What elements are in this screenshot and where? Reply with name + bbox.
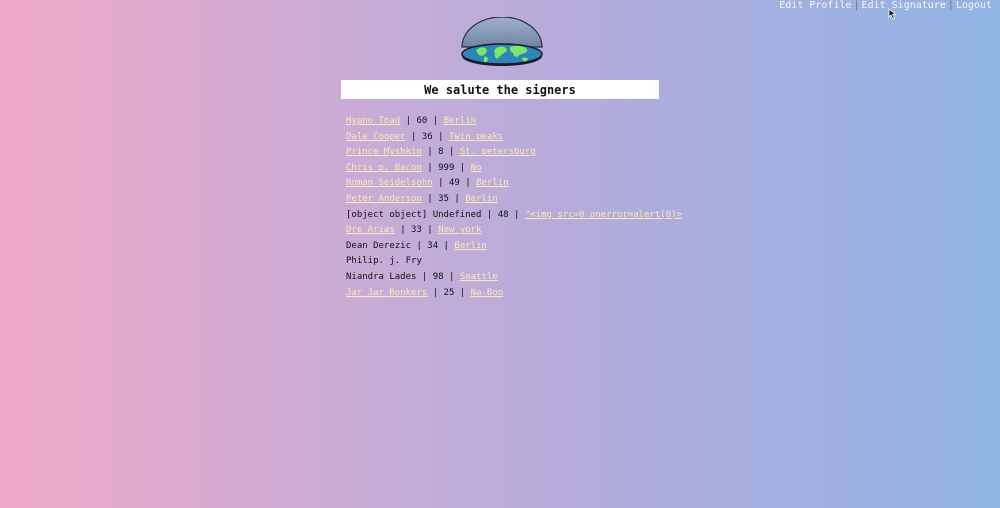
nav-separator: | (947, 0, 954, 11)
field-separator: | (405, 131, 422, 142)
field-separator: | (416, 271, 433, 282)
edit-profile-link[interactable]: Edit Profile (779, 0, 851, 12)
signer-city-link[interactable]: New york (438, 225, 481, 235)
signer-city-link[interactable]: Berlin (465, 194, 498, 204)
page-title-box: We salute the signers (341, 80, 659, 99)
signer-age: 48 (497, 209, 509, 220)
signer-row: Hypno Toad | 60 | Berlin (346, 114, 682, 130)
signer-name-link[interactable]: Prince Myshkin (346, 147, 422, 157)
logout-link[interactable]: Logout (956, 0, 992, 12)
signer-row: Philip. j. Fry (346, 254, 682, 270)
signer-age: 33 (411, 225, 422, 236)
field-separator: | (432, 131, 449, 142)
signer-row: Chris p. Bacon | 999 | No (346, 161, 682, 177)
signer-row: Dale Cooper | 36 | Twin peaks (346, 130, 682, 146)
signer-age: 35 (438, 193, 449, 204)
signer-age: 98 (432, 271, 444, 282)
signer-city-link[interactable]: Berlin (476, 178, 509, 188)
field-separator: | (454, 287, 471, 298)
signers-list: Hypno Toad | 60 | Berlin Dale Cooper | 36… (346, 114, 682, 301)
page-title: We salute the signers (424, 82, 576, 97)
signer-row: Dre Arias | 33 | New york (346, 223, 682, 239)
signer-name: Niandra Lades (346, 271, 417, 282)
signer-city-link[interactable]: Twin peaks (449, 132, 503, 142)
signer-row: Jar Jar Bonkers | 25 | Na-Boo (346, 286, 682, 302)
signer-name-link[interactable]: Dale Cooper (346, 132, 406, 142)
signer-name: Dean Derezic (346, 240, 412, 251)
signer-name-link[interactable]: Jar Jar Bonkers (346, 288, 427, 298)
field-separator: | (427, 116, 444, 126)
signer-name-link[interactable]: Roman Seidelsohn (346, 178, 433, 188)
field-separator: | (481, 209, 498, 220)
field-separator: | (400, 116, 417, 126)
field-separator: | (411, 240, 428, 251)
field-separator: | (448, 193, 466, 204)
field-separator: | (421, 225, 439, 236)
field-separator: | (421, 147, 439, 158)
signer-city-link[interactable]: "<img src=0 onerror=alert(0)> (525, 210, 682, 220)
field-separator: | (443, 147, 460, 158)
signer-age: 999 (438, 162, 455, 173)
signer-city-link[interactable]: St. petersburg (460, 147, 536, 157)
field-separator: | (427, 287, 444, 298)
signer-row: Prince Myshkin | 8 | St. petersburg (346, 145, 682, 161)
signer-name: Philip. j. Fry (346, 256, 422, 267)
field-separator: | (438, 240, 455, 251)
signer-row: Peter Anderson | 35 | Berlin (346, 192, 682, 208)
field-separator: | (454, 162, 471, 173)
signer-city-link[interactable]: Na-Boo (471, 288, 504, 298)
top-nav: Edit Profile | Edit Signature | Logout (779, 0, 992, 12)
field-separator: | (421, 162, 439, 173)
mouse-cursor-icon (888, 8, 897, 20)
field-separator: | (421, 193, 439, 204)
signer-name-link[interactable]: Chris p. Bacon (346, 163, 422, 173)
signer-name-link[interactable]: Dre Arias (346, 225, 395, 235)
signer-row: Dean Derezic | 34 | Berlin (346, 239, 682, 255)
signer-name-link[interactable]: Peter Anderson (346, 194, 422, 204)
signer-age: 34 (427, 240, 439, 251)
signer-age: 60 (416, 116, 428, 126)
field-separator: | (432, 178, 449, 189)
signer-row: [object object] Undefined | 48 | "<img s… (346, 208, 682, 224)
signer-city-link[interactable]: Berlin (454, 241, 487, 251)
edit-signature-link[interactable]: Edit Signature (862, 0, 946, 12)
signer-row: Niandra Lades | 98 | Seattle (346, 270, 682, 286)
signer-age: 49 (448, 178, 460, 189)
field-separator: | (443, 271, 460, 282)
signer-row: Roman Seidelsohn | 49 | Berlin (346, 176, 682, 192)
signer-age: 36 (421, 131, 433, 142)
flat-earth-dome-icon (461, 17, 543, 66)
signer-city-link[interactable]: No (471, 163, 482, 173)
field-separator: | (508, 209, 525, 220)
nav-separator: | (853, 0, 860, 11)
signer-name-link[interactable]: Hypno Toad (346, 116, 400, 126)
signer-name: [object object] Undefined (346, 209, 482, 220)
signer-city-link[interactable]: Berlin (444, 116, 477, 126)
signer-age: 25 (443, 287, 455, 298)
field-separator: | (394, 225, 412, 236)
signer-city-link[interactable]: Seattle (460, 272, 498, 282)
field-separator: | (459, 178, 477, 189)
